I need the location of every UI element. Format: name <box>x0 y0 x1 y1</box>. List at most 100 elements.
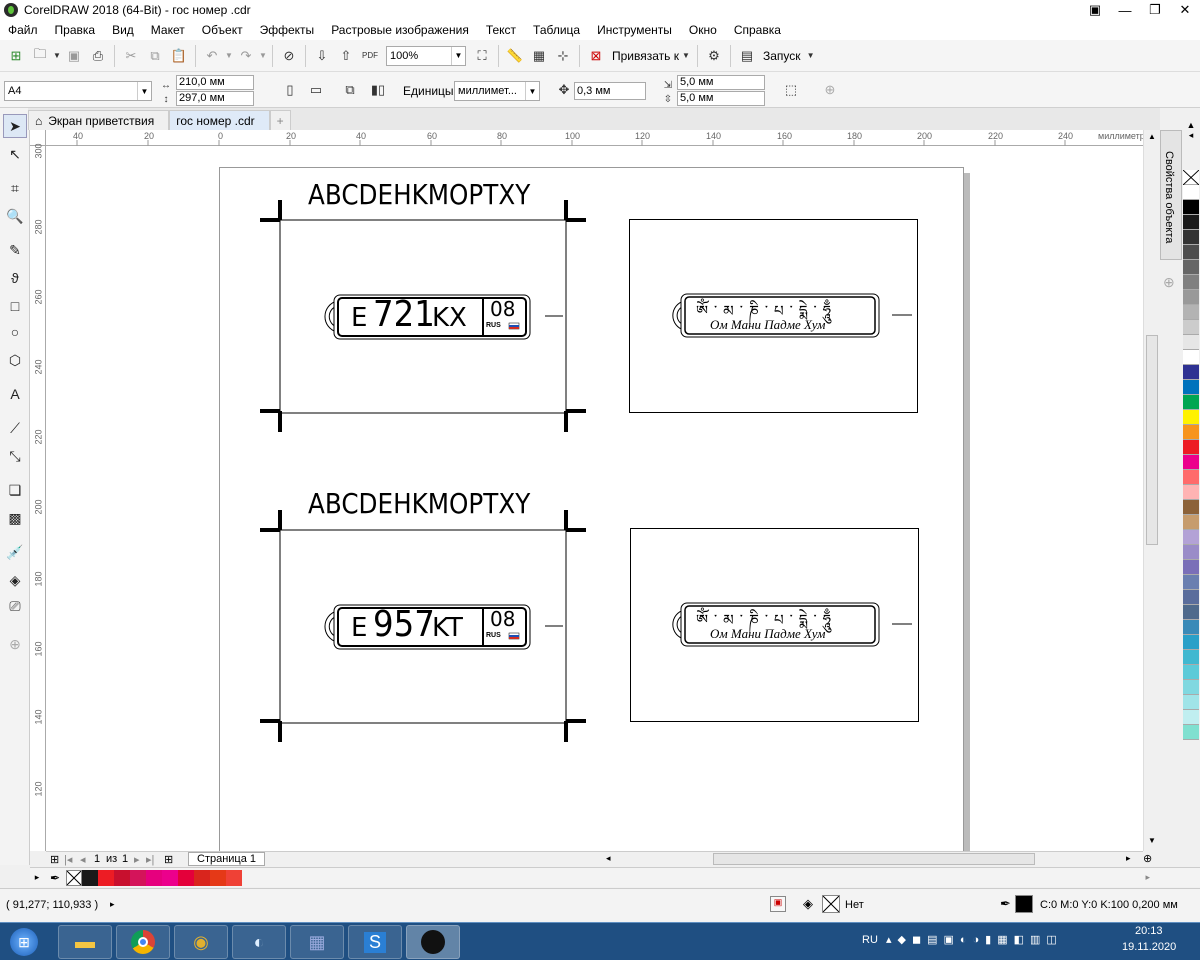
color-swatch[interactable] <box>1183 605 1199 620</box>
scroll-left-icon[interactable]: ◂ <box>606 853 611 864</box>
outline-color-swatch[interactable] <box>1015 895 1033 913</box>
treat-as-filled-icon[interactable]: ⬚ <box>779 79 803 101</box>
publish-pdf-icon[interactable]: PDF <box>358 45 382 67</box>
color-swatch[interactable] <box>1183 230 1199 245</box>
menu-help[interactable]: Справка <box>734 23 781 37</box>
tab-welcome[interactable]: ⌂ Экран приветствия <box>28 110 170 130</box>
palette-menu-icon[interactable]: ▸ <box>30 872 44 883</box>
menu-edit[interactable]: Правка <box>55 23 96 37</box>
taskbar-app6[interactable]: S <box>348 925 402 959</box>
license-plate-keychain-1[interactable]: E 721 KX 08 RUS <box>315 294 563 340</box>
document-palette[interactable]: ▸ ✒ ▸ <box>30 867 1200 887</box>
undo-dropdown-icon[interactable]: ▼ <box>224 45 234 67</box>
doc-color-swatch[interactable] <box>194 869 210 886</box>
color-swatch[interactable] <box>1183 680 1199 695</box>
fill-none-swatch[interactable] <box>822 895 840 913</box>
color-swatch[interactable] <box>1183 470 1199 485</box>
doc-color-swatch[interactable] <box>162 869 178 886</box>
menu-object[interactable]: Объект <box>202 23 243 37</box>
add-tool-icon[interactable]: ⊕ <box>3 632 27 656</box>
color-swatch[interactable] <box>1183 695 1199 710</box>
color-swatch[interactable] <box>1183 635 1199 650</box>
scroll-down-icon[interactable]: ▼ <box>1148 836 1156 845</box>
landscape-icon[interactable]: ▭ <box>304 79 328 101</box>
color-swatch[interactable] <box>1183 440 1199 455</box>
object-properties-docker-tab[interactable]: Свойства объекта <box>1160 130 1182 260</box>
page-options-icon[interactable]: ⊞ <box>50 853 59 866</box>
color-swatch[interactable] <box>1183 335 1199 350</box>
text-tool-icon[interactable]: A <box>3 382 27 406</box>
help-info-icon[interactable]: ▣ <box>1080 0 1110 20</box>
open-dropdown-icon[interactable]: ▼ <box>52 45 62 67</box>
page-size-combo[interactable]: A4 ▼ <box>4 81 152 101</box>
doc-color-swatch[interactable] <box>98 869 114 886</box>
menu-tools[interactable]: Инструменты <box>597 23 672 37</box>
shape-tool-icon[interactable]: ↖ <box>3 142 27 166</box>
launch-app-icon[interactable]: ▤ <box>735 45 759 67</box>
add-docker-icon[interactable]: ⊕ <box>1163 274 1175 291</box>
eyedropper-icon[interactable]: 💉 <box>3 540 27 564</box>
cut-icon[interactable]: ✂ <box>119 45 143 67</box>
export-icon[interactable]: ⇧ <box>334 45 358 67</box>
menu-effects[interactable]: Эффекты <box>260 23 315 37</box>
doc-color-swatch[interactable] <box>130 869 146 886</box>
no-color-swatch[interactable] <box>66 869 82 886</box>
color-swatch[interactable] <box>1183 650 1199 665</box>
color-swatch[interactable] <box>1183 425 1199 440</box>
taskbar-coreldraw[interactable] <box>406 925 460 959</box>
taskbar-app5[interactable]: ▦ <box>290 925 344 959</box>
doc-palette-scroll-icon[interactable]: ▸ <box>1145 872 1150 883</box>
color-swatch[interactable] <box>1183 305 1199 320</box>
taskbar-app4[interactable]: ◐ <box>232 925 286 959</box>
import-icon[interactable]: ⇩ <box>310 45 334 67</box>
color-swatch[interactable] <box>1183 620 1199 635</box>
doc-color-swatch[interactable] <box>178 869 194 886</box>
color-swatch[interactable] <box>1183 245 1199 260</box>
outline-pen-icon[interactable]: ✒ <box>1000 896 1011 912</box>
fill-bucket-icon[interactable]: ◈ <box>803 896 813 912</box>
menu-layout[interactable]: Макет <box>151 23 185 37</box>
color-palette[interactable] <box>1182 170 1200 860</box>
all-pages-icon[interactable]: ⧉ <box>338 79 362 101</box>
start-button[interactable]: ⊞ <box>4 925 44 959</box>
color-swatch[interactable] <box>1183 380 1199 395</box>
copy-icon[interactable]: ⧉ <box>143 45 167 67</box>
pick-tool-icon[interactable]: ➤ <box>3 114 27 138</box>
page-width-field[interactable]: 210,0 мм <box>176 75 254 90</box>
color-swatch[interactable] <box>1183 515 1199 530</box>
next-page-icon[interactable]: ▸ <box>134 853 140 866</box>
doc-color-swatch[interactable] <box>226 869 242 886</box>
menu-bitmaps[interactable]: Растровые изображения <box>331 23 469 37</box>
snap-off-icon[interactable]: ⊠ <box>584 45 608 67</box>
polygon-tool-icon[interactable]: ⬡ <box>3 348 27 372</box>
menu-text[interactable]: Текст <box>486 23 516 37</box>
menu-window[interactable]: Окно <box>689 23 717 37</box>
doc-color-swatch[interactable] <box>82 869 98 886</box>
color-swatch[interactable] <box>1183 455 1199 470</box>
interactive-fill-icon[interactable]: ◈ <box>3 568 27 592</box>
units-combo[interactable]: миллимет... ▼ <box>454 81 540 101</box>
doc-color-swatch[interactable] <box>146 869 162 886</box>
save-icon[interactable]: ▣ <box>62 45 86 67</box>
search-content-icon[interactable]: ⊘ <box>277 45 301 67</box>
color-swatch[interactable] <box>1183 350 1199 365</box>
scroll-right-icon[interactable]: ▸ <box>1126 853 1131 864</box>
full-screen-icon[interactable]: ⛶ <box>470 45 494 67</box>
color-swatch[interactable] <box>1183 215 1199 230</box>
nudge-distance-field[interactable]: 0,3 мм <box>574 82 646 100</box>
taskbar-chrome[interactable] <box>116 925 170 959</box>
color-swatch[interactable] <box>1183 290 1199 305</box>
horizontal-scroll-thumb[interactable] <box>713 853 1035 865</box>
color-swatch[interactable] <box>1183 710 1199 725</box>
color-swatch[interactable] <box>1183 560 1199 575</box>
zoom-tool-icon[interactable]: 🔍 <box>3 204 27 228</box>
paste-icon[interactable]: 📋 <box>167 45 191 67</box>
minimize-button[interactable]: — <box>1110 0 1140 20</box>
connector-tool-icon[interactable]: ⤡ <box>3 444 27 468</box>
close-button[interactable]: ✕ <box>1170 0 1200 20</box>
smart-fill-icon[interactable]: ⎚ <box>3 594 27 618</box>
mantra-keychain-1[interactable]: ༀ་མ་ཎི་པ་དྨེ་ཧཱུྃ Ом Мани Падме Хум <box>660 293 912 339</box>
rectangle-tool-icon[interactable]: □ <box>3 294 27 318</box>
color-swatch[interactable] <box>1183 200 1199 215</box>
show-guidelines-icon[interactable]: ⊹ <box>551 45 575 67</box>
